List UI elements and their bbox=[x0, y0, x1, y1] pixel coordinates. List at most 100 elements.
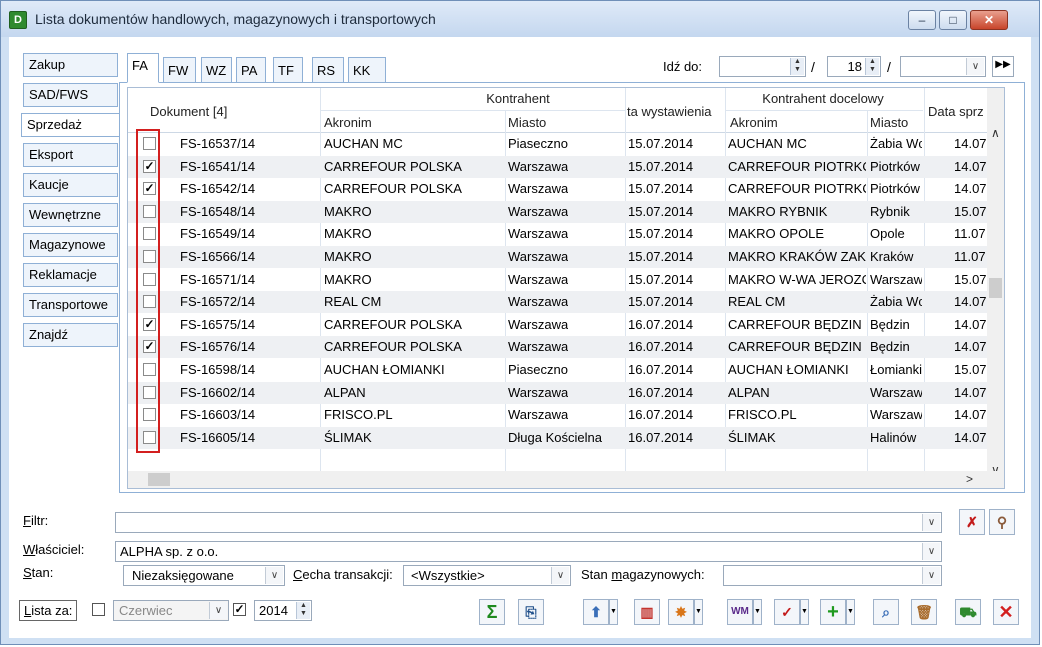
horizontal-scrollbar[interactable]: > bbox=[128, 471, 1004, 488]
search-icon[interactable]: ⌕ bbox=[873, 599, 899, 625]
sidebar-item-wewnetrzne[interactable]: Wewnętrzne bbox=[23, 203, 118, 227]
target-miasto-cell: Piotrków bbox=[870, 158, 920, 174]
tab-rs[interactable]: RS bbox=[312, 57, 344, 83]
sidebar-item-transportowe[interactable]: Transportowe bbox=[23, 293, 118, 317]
table-row[interactable]: FS-16603/14 FRISCO.PL Warszawa 16.07.2014 FR… bbox=[128, 404, 988, 426]
approve-icon[interactable]: ✓ bbox=[774, 599, 800, 625]
table-row[interactable]: FS-16548/14 MAKRO Warszawa 15.07.2014 MAKRO … bbox=[128, 200, 988, 223]
add-icon[interactable]: + bbox=[820, 599, 846, 625]
close-list-icon[interactable]: ✕ bbox=[993, 599, 1019, 625]
column-header-target-akronim[interactable]: Akronim bbox=[730, 115, 778, 130]
spinner-icon[interactable]: ▲ ▼ bbox=[865, 58, 879, 75]
table-row[interactable]: FS-16602/14 ALPAN Warszawa 16.07.2014 ALPAN W… bbox=[128, 381, 988, 404]
export-icon[interactable]: ⬆ bbox=[583, 599, 609, 625]
app-icon: D bbox=[9, 11, 27, 29]
state-select[interactable]: Niezaksięgowane ∨ bbox=[123, 565, 285, 586]
filter-wizard-icon[interactable]: ⚲ bbox=[989, 509, 1015, 535]
chevron-down-icon[interactable]: ▼ bbox=[846, 599, 855, 625]
doc-number-cell: FS-16603/14 bbox=[180, 407, 256, 423]
close-icon[interactable]: ✕ bbox=[970, 10, 1008, 30]
chevron-down-icon[interactable]: ▼ bbox=[694, 599, 703, 625]
table-row[interactable]: ✓ FS-16576/14 CARREFOUR POLSKA Warszawa 16.0… bbox=[128, 336, 988, 359]
table-row[interactable]: FS-16537/14 AUCHAN MC Piaseczno 15.07.2014 A… bbox=[128, 133, 988, 155]
tab-wz[interactable]: WZ bbox=[201, 57, 232, 83]
table-row[interactable]: FS-16572/14 REAL CM Warszawa 15.07.2014 REAL… bbox=[128, 291, 988, 314]
sidebar-item-reklamacje[interactable]: Reklamacje bbox=[23, 263, 118, 287]
sidebar-item-zakup[interactable]: Zakup bbox=[23, 53, 118, 77]
spinner-icon[interactable]: ▲ ▼ bbox=[790, 58, 804, 75]
year-field[interactable]: 2014 ▲ ▼ bbox=[254, 600, 312, 621]
column-header-target-miasto[interactable]: Miasto bbox=[870, 115, 908, 130]
sidebar-item-eksport[interactable]: Eksport bbox=[23, 143, 118, 167]
clear-filter-icon[interactable]: ✗ bbox=[959, 509, 985, 535]
sidebar-item-znajdz[interactable]: Znajdź bbox=[23, 323, 118, 347]
vertical-scrollbar[interactable]: ∧ ∨ bbox=[987, 88, 1004, 487]
tab-kk[interactable]: KK bbox=[348, 57, 386, 83]
goto-button[interactable]: ▶▶ bbox=[992, 56, 1014, 77]
table-row[interactable]: FS-16571/14 MAKRO Warszawa 15.07.2014 MAKRO … bbox=[128, 269, 988, 291]
table-row[interactable]: ✓ FS-16542/14 CARREFOUR POLSKA Warszawa 15.0… bbox=[128, 178, 988, 200]
chevron-down-icon[interactable]: ∨ bbox=[966, 58, 984, 75]
chevron-down-icon[interactable]: ∨ bbox=[922, 567, 940, 584]
goto-series-select[interactable]: ∨ bbox=[900, 56, 986, 77]
chevron-right-icon[interactable]: > bbox=[966, 472, 973, 486]
spinner-icon[interactable]: ▲ ▼ bbox=[296, 602, 310, 619]
chevron-down-icon[interactable]: ∨ bbox=[922, 543, 940, 560]
column-header-issue-date[interactable]: ta wystawienia bbox=[627, 104, 723, 119]
chevron-down-icon[interactable]: ▼ bbox=[609, 599, 618, 625]
column-header-akronim[interactable]: Akronim bbox=[324, 115, 372, 130]
table-row[interactable]: FS-16605/14 ŚLIMAK Długa Kościelna 16.07.20… bbox=[128, 426, 988, 449]
sum-icon[interactable]: Σ bbox=[479, 599, 505, 625]
column-header-document[interactable]: Dokument [4] bbox=[150, 104, 227, 119]
scrollbar-thumb[interactable] bbox=[148, 473, 170, 486]
delete-icon[interactable]: 🗑 bbox=[911, 599, 937, 625]
table-row[interactable]: FS-16549/14 MAKRO Warszawa 15.07.2014 MAKRO … bbox=[128, 223, 988, 245]
month-select[interactable]: Czerwiec ∨ bbox=[113, 600, 229, 621]
maximize-icon[interactable]: □ bbox=[939, 10, 967, 30]
chevron-down-icon[interactable]: ∨ bbox=[209, 602, 227, 619]
columns-icon[interactable]: ▥ bbox=[634, 599, 660, 625]
miasto-cell: Piaseczno bbox=[508, 362, 568, 377]
tab-pa[interactable]: PA bbox=[236, 57, 266, 83]
target-miasto-cell: Piotrków bbox=[870, 181, 920, 197]
chevron-up-icon[interactable]: ∧ bbox=[991, 126, 1000, 140]
filter-field[interactable]: ∨ bbox=[115, 512, 942, 533]
wizard-icon[interactable]: ✸ bbox=[668, 599, 694, 625]
chevron-down-icon[interactable]: ∨ bbox=[551, 567, 569, 584]
tab-fw[interactable]: FW bbox=[163, 57, 196, 83]
table-row[interactable]: ✓ FS-16541/14 CARREFOUR POLSKA Warszawa 15.0… bbox=[128, 155, 988, 178]
sidebar-item-sprzedaz[interactable]: Sprzedaż bbox=[21, 113, 120, 137]
tab-tf[interactable]: TF bbox=[273, 57, 303, 83]
goto-date-field[interactable]: ▲ ▼ bbox=[719, 56, 806, 77]
documents-table[interactable]: Dokument [4] Kontrahent Akronim Miasto t… bbox=[127, 87, 1005, 489]
miasto-cell: Warszawa bbox=[508, 316, 569, 332]
sidebar-item-kaucje[interactable]: Kaucje bbox=[23, 173, 118, 197]
tab-fa[interactable]: FA bbox=[127, 53, 159, 83]
transaction-select[interactable]: <Wszystkie> ∨ bbox=[403, 565, 571, 586]
table-row[interactable]: FS-16566/14 MAKRO Warszawa 15.07.2014 MAKRO … bbox=[128, 246, 988, 268]
goto-number-field[interactable]: 18 ▲ ▼ bbox=[827, 56, 881, 77]
miasto-cell: Warszawa bbox=[508, 294, 569, 310]
target-akronim-cell: AUCHAN MC bbox=[728, 136, 807, 151]
owner-select[interactable]: ALPHA sp. z o.o. ∨ bbox=[115, 541, 942, 562]
table-row[interactable]: FS-16598/14 AUCHAN ŁOMIANKI Piaseczno 16.07… bbox=[128, 359, 988, 381]
stock-select[interactable]: ∨ bbox=[723, 565, 942, 586]
table-row[interactable]: ✓ FS-16575/14 CARREFOUR POLSKA Warszawa 16.0… bbox=[128, 314, 988, 336]
year-checkbox[interactable]: ✓ bbox=[233, 603, 246, 616]
minimize-icon[interactable]: – bbox=[908, 10, 936, 30]
chevron-down-icon[interactable]: ∨ bbox=[922, 514, 940, 531]
month-checkbox[interactable] bbox=[92, 603, 105, 616]
chevron-down-icon[interactable]: ▼ bbox=[800, 599, 809, 625]
chevron-down-icon[interactable]: ▼ bbox=[753, 599, 762, 625]
wm-icon[interactable]: WM bbox=[727, 599, 753, 625]
copy-document-icon[interactable]: ⎘ bbox=[518, 599, 544, 625]
sidebar-item-magazynowe[interactable]: Magazynowe bbox=[23, 233, 118, 257]
column-header-miasto[interactable]: Miasto bbox=[508, 115, 546, 130]
transport-icon[interactable]: ⛟ bbox=[955, 599, 981, 625]
issue-date-cell: 15.07.2014 bbox=[628, 294, 694, 310]
scrollbar-thumb[interactable] bbox=[989, 278, 1002, 298]
sidebar-item-label: Reklamacje bbox=[29, 267, 97, 282]
column-header-sale-date[interactable]: Data sprz bbox=[928, 104, 986, 119]
sidebar-item-sad-fws[interactable]: SAD/FWS bbox=[23, 83, 118, 107]
chevron-down-icon[interactable]: ∨ bbox=[265, 567, 283, 584]
